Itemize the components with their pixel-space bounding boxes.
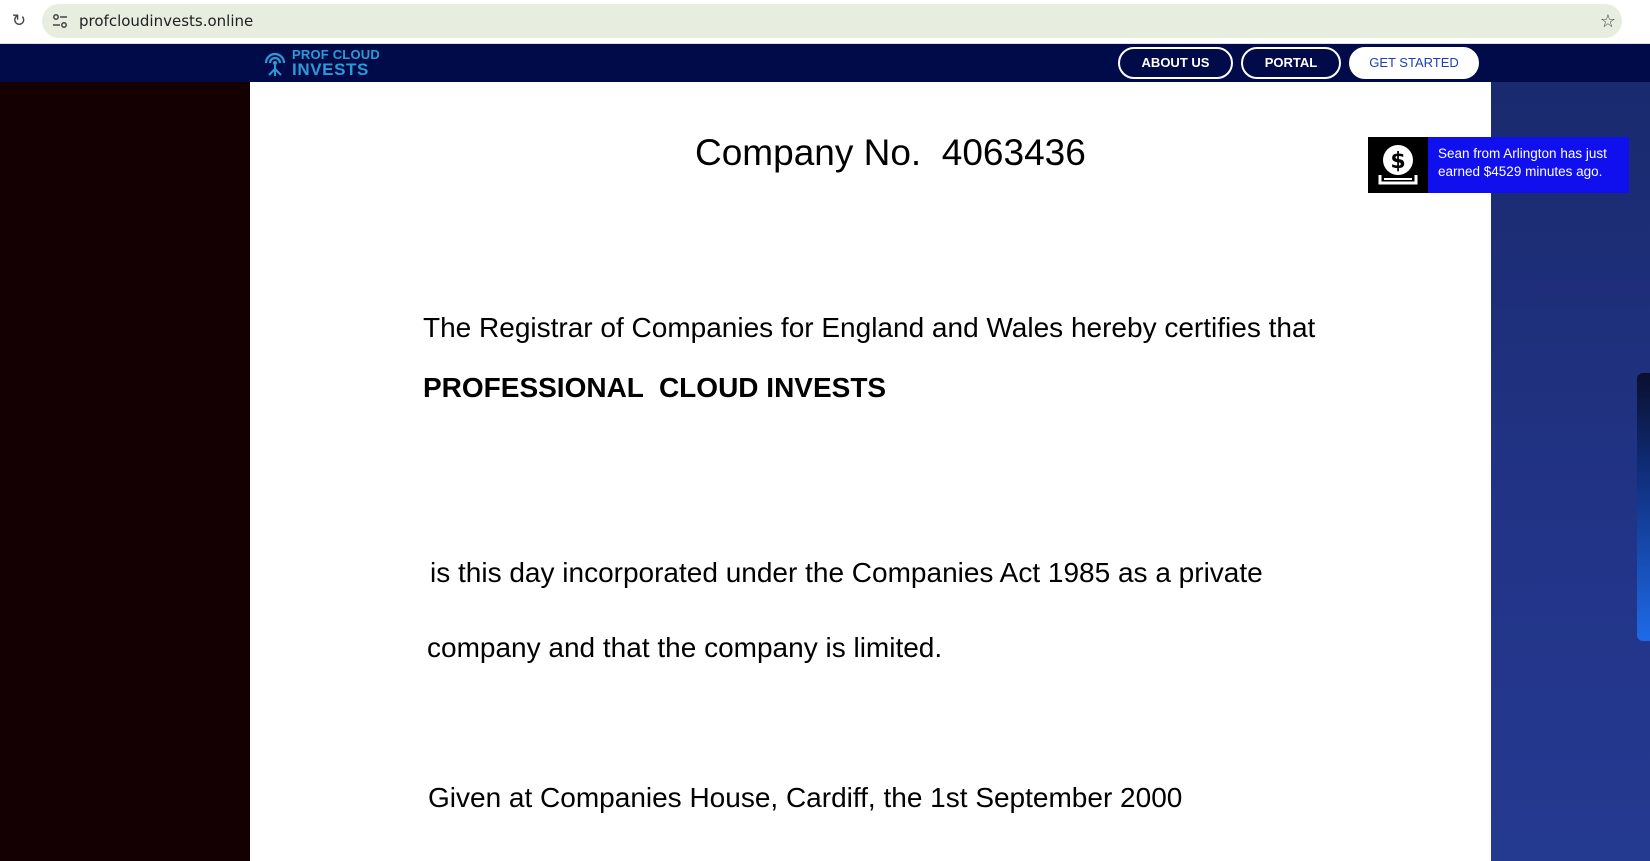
earnings-notification[interactable]: $ Sean from Arlington has just earned $4… bbox=[1368, 137, 1629, 193]
url-text[interactable]: profcloudinvests.online bbox=[79, 12, 253, 30]
incorporation-statement-line-2: company and that the company is limited. bbox=[427, 632, 943, 663]
dollar-coin-icon: $ bbox=[1378, 145, 1418, 185]
company-name: PROFESSIONAL CLOUD INVESTS bbox=[423, 372, 887, 403]
site-header: PROF CLOUD INVESTS ABOUT US PORTAL GET S… bbox=[0, 44, 1650, 82]
logo-line-2: INVESTS bbox=[292, 60, 369, 79]
incorporation-statement-line-1: is this day incorporated under the Compa… bbox=[430, 557, 1263, 588]
star-icon[interactable]: ☆ bbox=[1600, 11, 1616, 32]
toast-message: Sean from Arlington has just earned $452… bbox=[1438, 146, 1607, 179]
browser-toolbar: ↻ profcloudinvests.online ☆ bbox=[0, 0, 1650, 44]
logo-text: PROF CLOUD INVESTS bbox=[292, 48, 380, 78]
about-us-button[interactable]: ABOUT US bbox=[1118, 47, 1233, 79]
site-info-icon[interactable] bbox=[50, 11, 70, 31]
reload-icon[interactable]: ↻ bbox=[8, 10, 30, 32]
toast-icon-container: $ bbox=[1368, 137, 1428, 193]
left-background-panel bbox=[0, 82, 250, 861]
site-logo[interactable]: PROF CLOUD INVESTS bbox=[262, 46, 380, 80]
address-bar[interactable]: profcloudinvests.online ☆ bbox=[42, 4, 1622, 38]
issue-date-statement: Given at Companies House, Cardiff, the 1… bbox=[428, 782, 1183, 813]
scroll-indicator[interactable] bbox=[1637, 373, 1650, 641]
cloud-signal-icon bbox=[264, 52, 286, 76]
get-started-button[interactable]: GET STARTED bbox=[1349, 47, 1479, 79]
portal-button[interactable]: PORTAL bbox=[1241, 47, 1341, 79]
right-background-panel bbox=[1491, 82, 1650, 861]
svg-text:$: $ bbox=[1390, 149, 1405, 174]
company-number: Company No. 4063436 bbox=[695, 132, 1086, 173]
incorporation-certificate: Company No. 4063436 The Registrar of Com… bbox=[250, 82, 1491, 861]
registrar-statement: The Registrar of Companies for England a… bbox=[423, 312, 1316, 343]
